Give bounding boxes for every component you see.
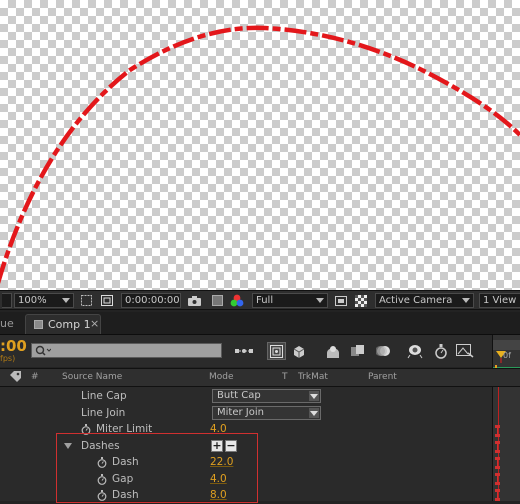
property-label: Dash — [112, 456, 139, 468]
miter-limit-value[interactable]: 4.0 — [210, 423, 227, 435]
minus-icon[interactable]: − — [225, 439, 237, 452]
property-label: Gap — [112, 472, 134, 485]
resolution-dropdown[interactable]: Full — [252, 293, 328, 308]
timecode-field[interactable]: 0:00:00:00 — [121, 293, 181, 308]
auto-keyframe-icon[interactable] — [431, 342, 450, 360]
composition-icon — [34, 320, 43, 329]
column-number[interactable]: # — [31, 372, 39, 382]
plus-icon[interactable]: + — [211, 439, 223, 452]
fps-label: fps) — [0, 354, 16, 363]
region-of-interest-icon[interactable] — [79, 293, 94, 308]
frame-blending-icon[interactable] — [349, 342, 368, 360]
layer-search-input[interactable] — [31, 343, 222, 358]
gap-value[interactable]: 4.0 — [210, 473, 227, 485]
stopwatch-icon[interactable] — [97, 490, 107, 504]
dashed-stroke-arc — [0, 25, 520, 284]
view-layout-dropdown[interactable]: 1 View — [479, 293, 520, 308]
keyframe-marker[interactable] — [495, 425, 500, 437]
checkerboard-icon[interactable] — [353, 293, 368, 308]
draft-3d-icon[interactable] — [289, 342, 308, 360]
dash-2-value[interactable]: 8.0 — [210, 489, 227, 501]
property-row-dashes: Dashes + − — [0, 438, 492, 455]
timeline-controls: :00 fps) — [0, 335, 520, 367]
keyframe-marker[interactable] — [495, 457, 500, 469]
property-label: Dash — [112, 489, 139, 501]
label-tag-icon[interactable] — [10, 371, 22, 385]
previous-tab[interactable]: ue — [0, 317, 14, 330]
zoom-value: 100% — [18, 295, 47, 306]
current-time-display[interactable]: :00 — [0, 337, 27, 355]
chevron-down-icon — [316, 298, 324, 303]
chevron-down-icon — [309, 391, 319, 401]
chevron-down-icon — [462, 298, 470, 303]
column-parent[interactable]: Parent — [368, 372, 397, 382]
view-layout-value: 1 View — [483, 295, 517, 306]
stopwatch-icon[interactable] — [97, 457, 107, 471]
color-channels-icon[interactable] — [229, 293, 244, 308]
stroke-path — [0, 25, 520, 284]
camera-icon[interactable] — [187, 293, 202, 308]
chevron-down-icon — [309, 407, 319, 418]
composition-viewer[interactable] — [0, 0, 520, 290]
property-label: Miter Limit — [96, 423, 153, 435]
resolution-value: Full — [256, 295, 274, 306]
column-source-name[interactable]: Source Name — [62, 372, 122, 382]
fast-previews-icon[interactable] — [333, 293, 348, 308]
line-join-dropdown[interactable]: Miter Join — [212, 405, 321, 420]
dropdown-value: Miter Join — [217, 406, 264, 418]
title-safe-icon[interactable] — [99, 293, 114, 308]
camera-view-dropdown[interactable]: Active Camera — [375, 293, 474, 308]
keyframe-marker[interactable] — [495, 441, 500, 453]
layer-properties-panel: Line Cap Butt Cap Line Join Miter Join M… — [0, 387, 492, 501]
ruler-label: 0f — [503, 351, 511, 360]
dash-value[interactable]: 22.0 — [210, 456, 233, 468]
property-row-line-join: Line Join Miter Join — [0, 405, 492, 422]
property-label: Line Cap — [81, 390, 127, 402]
chevron-down-icon — [62, 298, 70, 303]
line-cap-dropdown[interactable]: Butt Cap — [212, 389, 321, 403]
property-row-gap: Gap 4.0 — [0, 471, 492, 488]
camera-view-value: Active Camera — [379, 295, 453, 306]
property-row-dash-2: Dash 8.0 — [0, 487, 492, 504]
dropdown-value: Butt Cap — [217, 390, 261, 401]
property-row-line-cap: Line Cap Butt Cap — [0, 388, 492, 405]
column-mode[interactable]: Mode — [209, 372, 234, 382]
timeline-tab-bar: ue Comp 1 × — [0, 312, 520, 335]
twirl-down-icon[interactable] — [64, 442, 72, 449]
property-label: Dashes — [81, 439, 120, 452]
viewer-toolbar: 100% 0:00:00:00 Full Active Camera 1 Vie… — [0, 290, 520, 310]
property-label: Line Join — [81, 406, 126, 419]
keyframe-marker[interactable] — [495, 473, 500, 485]
shy-layers-icon[interactable] — [323, 342, 342, 360]
toolbar-left-stub — [2, 293, 12, 308]
stopwatch-icon[interactable] — [97, 473, 107, 488]
property-row-miter-limit: Miter Limit 4.0 — [0, 421, 492, 438]
tab-comp-1[interactable]: Comp 1 × — [25, 314, 101, 334]
column-trkmat[interactable]: TrkMat — [298, 372, 328, 382]
close-icon[interactable]: × — [90, 317, 99, 330]
keyframe-marker[interactable] — [495, 489, 500, 501]
magnifier-icon — [35, 345, 52, 359]
brainstorm-icon[interactable] — [405, 342, 424, 360]
composition-navigator-icon[interactable] — [267, 342, 286, 360]
grid-overlay-icon[interactable] — [210, 293, 225, 308]
layer-column-headers: # Source Name Mode T TrkMat Parent — [0, 368, 520, 387]
time-navigator[interactable] — [493, 340, 520, 350]
mini-flowchart-icon[interactable] — [234, 342, 253, 360]
property-row-dash: Dash 22.0 — [0, 454, 492, 471]
tab-label: Comp 1 — [48, 318, 91, 331]
timecode-value: 0:00:00:00 — [125, 295, 180, 306]
stopwatch-icon[interactable] — [81, 424, 91, 438]
motion-blur-icon[interactable] — [375, 342, 394, 360]
zoom-dropdown[interactable]: 100% — [14, 293, 74, 308]
graph-editor-icon[interactable] — [455, 342, 474, 360]
column-t[interactable]: T — [282, 372, 288, 382]
